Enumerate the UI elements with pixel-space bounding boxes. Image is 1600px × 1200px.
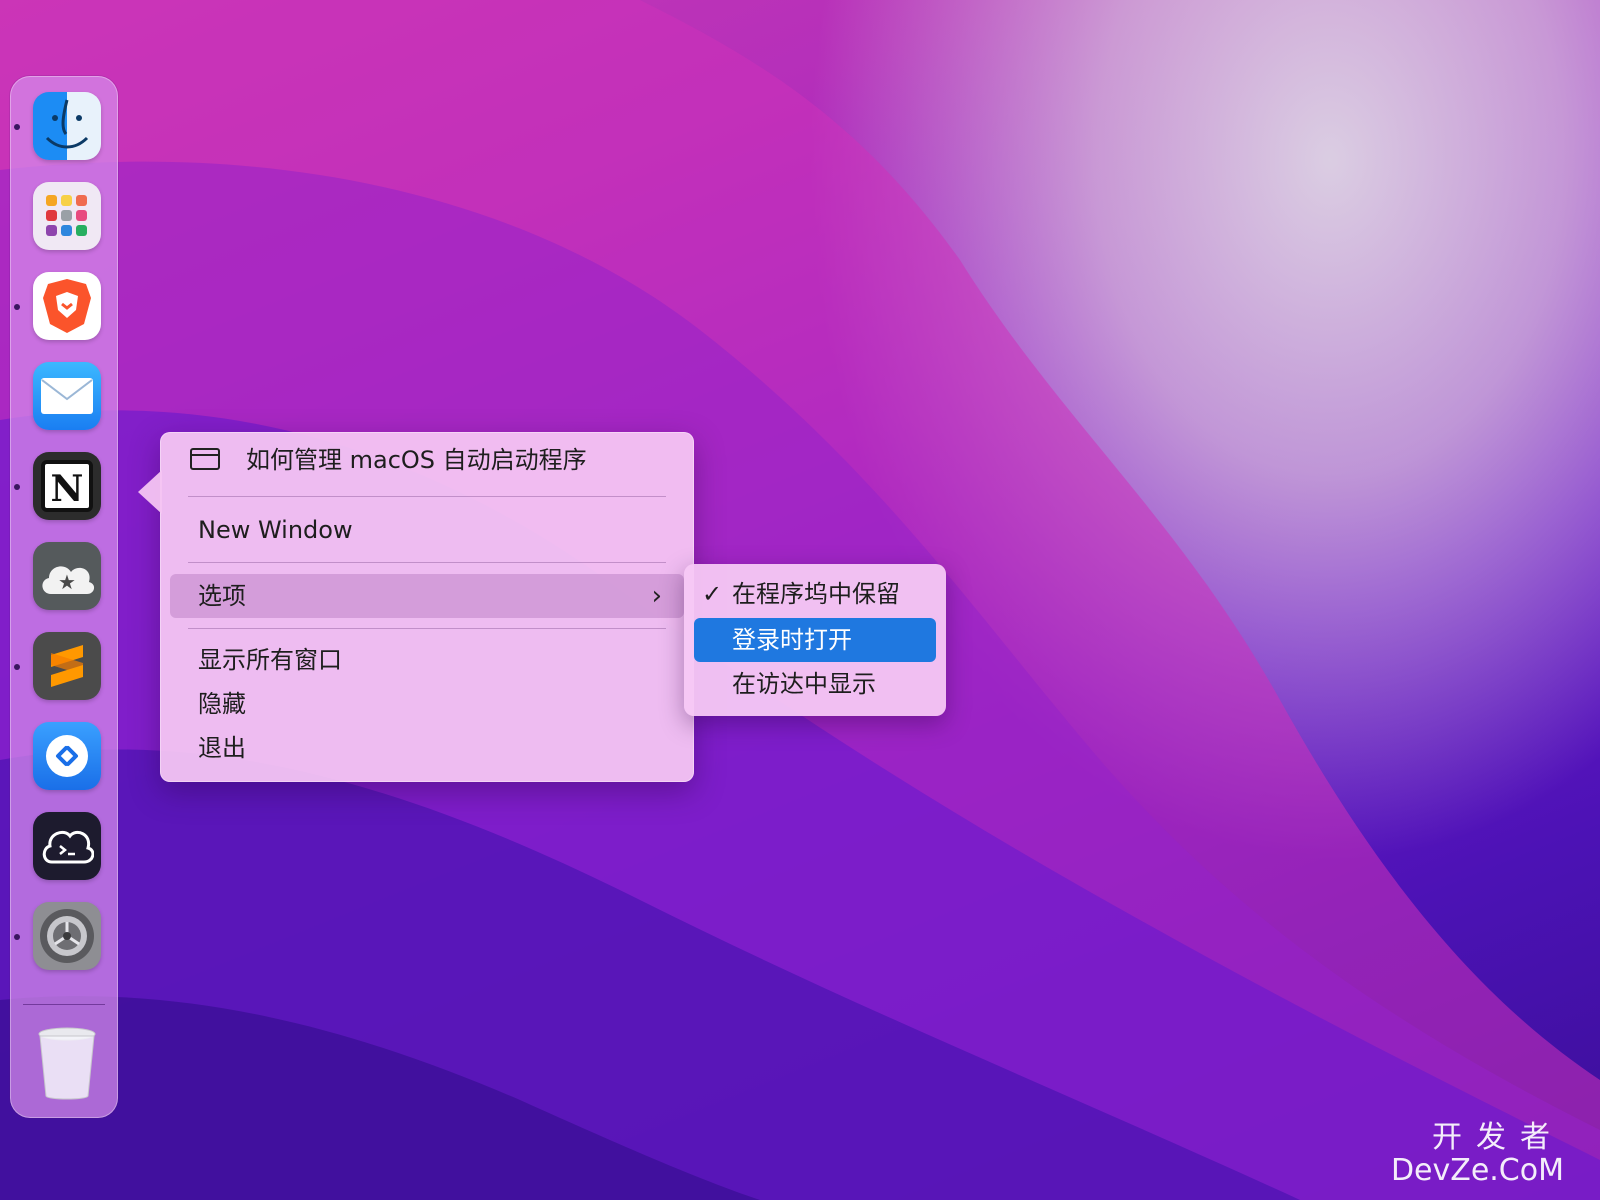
menu-item-options[interactable]: 选项 › (170, 574, 684, 618)
options-submenu: ✓ 在程序坞中保留 登录时打开 在访达中显示 (684, 564, 946, 716)
chevron-right-icon: › (651, 581, 662, 611)
menu-item-window[interactable]: 如何管理 macOS 自动启动程序 (170, 438, 684, 482)
cloud-star-icon[interactable]: ★ (33, 542, 101, 610)
running-indicator (14, 304, 20, 310)
checkmark-icon: ✓ (702, 580, 723, 608)
running-indicator (14, 664, 20, 670)
finder-icon[interactable] (33, 92, 101, 160)
running-indicator (14, 484, 20, 490)
running-indicator (14, 124, 20, 130)
submenu-item-open-at-login-label: 登录时打开 (732, 626, 852, 654)
dock-divider (23, 1004, 105, 1005)
submenu-item-open-at-login[interactable]: 登录时打开 (694, 618, 936, 662)
menu-item-quit[interactable]: 退出 (170, 726, 684, 770)
launchpad-icon[interactable] (33, 182, 101, 250)
submenu-item-show-in-finder[interactable]: 在访达中显示 (694, 662, 936, 706)
termius-icon[interactable] (33, 812, 101, 880)
system-preferences-icon[interactable] (33, 902, 101, 970)
menu-item-options-label: 选项 (198, 582, 246, 610)
svg-text:N: N (51, 468, 84, 510)
menu-item-window-label: 如何管理 macOS 自动启动程序 (246, 446, 587, 474)
remote-desktop-icon[interactable] (33, 722, 101, 790)
menu-item-hide[interactable]: 隐藏 (170, 682, 684, 726)
context-menu: 如何管理 macOS 自动启动程序 New Window 选项 › 显示所有窗口… (138, 432, 694, 782)
menu-separator (188, 496, 666, 497)
submenu-item-keep-in-dock-label: 在程序坞中保留 (732, 580, 900, 608)
watermark-line1: 开发者 (1432, 1120, 1564, 1155)
menu-separator (188, 628, 666, 629)
running-indicator (14, 934, 20, 940)
submenu-item-show-in-finder-label: 在访达中显示 (732, 670, 876, 698)
watermark-line2: DevZe.CoM (1390, 1153, 1564, 1188)
notion-icon[interactable]: N (33, 452, 101, 520)
menu-item-new-window[interactable]: New Window (170, 508, 684, 552)
mail-icon[interactable] (33, 362, 101, 430)
menu-separator (188, 562, 666, 563)
menu-item-new-window-label: New Window (198, 516, 353, 544)
svg-text:★: ★ (58, 570, 76, 594)
menu-item-show-all-windows[interactable]: 显示所有窗口 (170, 638, 684, 682)
submenu-item-keep-in-dock[interactable]: ✓ 在程序坞中保留 (694, 572, 936, 616)
watermark: 开发者 DevZe.CoM (1391, 1112, 1564, 1186)
menu-item-show-all-windows-label: 显示所有窗口 (198, 646, 342, 674)
menu-item-hide-label: 隐藏 (198, 690, 246, 718)
sublime-text-icon[interactable] (33, 632, 101, 700)
trash-icon[interactable] (33, 1027, 101, 1100)
menu-item-quit-label: 退出 (198, 734, 246, 762)
brave-icon[interactable] (33, 272, 101, 340)
window-icon (190, 448, 220, 470)
